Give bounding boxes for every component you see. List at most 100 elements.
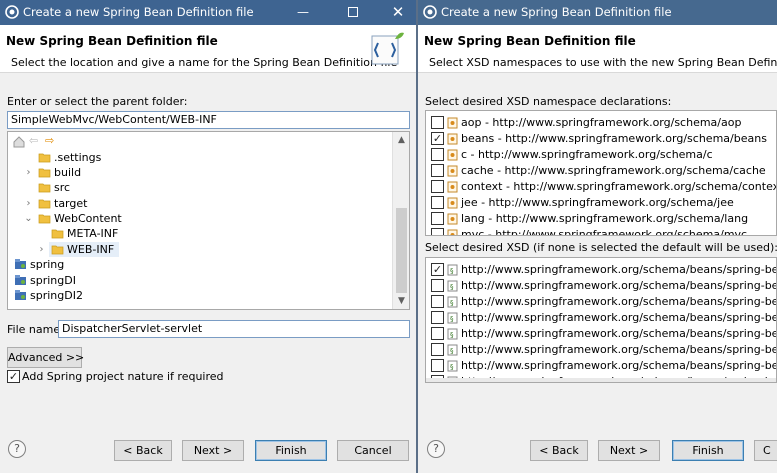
finish-button[interactable]: Finish <box>672 440 744 461</box>
tree-item[interactable]: › WEB-INF <box>40 242 119 257</box>
folder-tree[interactable]: ⇦ ⇨ .settings › build src › target ⌄ WebContent… <box>7 131 410 310</box>
tree-item-label: springDI2 <box>30 289 83 302</box>
svg-text:§: § <box>450 331 454 339</box>
collapsed-arrow-icon <box>24 180 33 195</box>
close-button[interactable]: ✕ <box>389 3 407 21</box>
item-checkbox[interactable] <box>431 343 444 356</box>
item-checkbox[interactable] <box>431 228 444 235</box>
item-checkbox[interactable] <box>431 148 444 161</box>
tree-item-label: springDI <box>30 274 76 287</box>
tree-item[interactable]: › target <box>27 196 128 211</box>
tree-scrollbar[interactable]: ▲ ▼ <box>392 132 409 309</box>
scroll-down-icon[interactable]: ▼ <box>393 293 409 309</box>
tree-item[interactable]: ›springDI2 <box>12 288 83 303</box>
tree-item[interactable]: src <box>36 180 128 195</box>
project-icon <box>15 275 26 285</box>
list-item[interactable]: jee - http://www.springframework.org/sch… <box>426 195 776 211</box>
collapsed-arrow-icon[interactable]: › <box>24 165 33 180</box>
project-icon <box>15 259 26 269</box>
list-item[interactable]: § http://www.springframework.org/schema/b… <box>426 358 776 374</box>
list-item-label: lang - http://www.springframework.org/sc… <box>461 212 749 225</box>
item-checkbox[interactable] <box>431 295 444 308</box>
help-icon[interactable]: ? <box>8 440 26 458</box>
list-item-label: c - http://www.springframework.org/schem… <box>461 148 713 161</box>
list-item[interactable]: lang - http://www.springframework.org/sc… <box>426 211 776 227</box>
expanded-arrow-icon[interactable]: ⌄ <box>24 211 33 226</box>
list-item-label: beans - http://www.springframework.org/s… <box>461 132 767 145</box>
tree-item[interactable]: ⌄ WebContent <box>24 211 128 226</box>
up-arrow-icon[interactable]: ⇨ <box>45 134 54 147</box>
parent-folder-input[interactable]: SimpleWebMvc/WebContent/WEB-INF <box>7 111 410 129</box>
xsd-list[interactable]: ✓ § http://www.springframework.org/schema/… <box>425 257 777 383</box>
item-checkbox[interactable] <box>431 311 444 324</box>
back-button[interactable]: < Back <box>114 440 172 461</box>
list-item[interactable]: c - http://www.springframework.org/schem… <box>426 147 776 163</box>
finish-button[interactable]: Finish <box>255 440 327 461</box>
back-arrow-icon[interactable]: ⇦ <box>29 134 38 147</box>
collapsed-arrow-icon[interactable]: › <box>37 242 46 257</box>
file-name-input[interactable]: DispatcherServlet-servlet <box>58 320 410 338</box>
folder-icon <box>38 153 51 163</box>
title-bar[interactable]: Create a new Spring Bean Definition file <box>418 0 777 25</box>
svg-text:§: § <box>450 283 454 291</box>
cancel-button[interactable]: Cancel <box>337 440 409 461</box>
list-item[interactable]: cache - http://www.springframework.org/s… <box>426 163 776 179</box>
item-checkbox[interactable] <box>431 116 444 129</box>
window-title: Create a new Spring Bean Definition file <box>23 5 254 19</box>
cancel-button[interactable]: C <box>754 440 777 461</box>
minimize-button[interactable]: — <box>296 6 310 18</box>
namespace-icon <box>447 133 458 145</box>
list-item[interactable]: mvc - http://www.springframework.org/sch… <box>426 227 776 235</box>
list-item[interactable]: aop - http://www.springframework.org/sch… <box>426 115 776 131</box>
list-item[interactable]: § http://www.springframework.org/schema/b… <box>426 326 776 342</box>
next-button[interactable]: Next > <box>598 440 660 461</box>
spring-nature-checkbox[interactable]: ✓ <box>7 370 20 383</box>
list-item[interactable]: ✓ beans - http://www.springframework.org/… <box>426 131 776 147</box>
list-item[interactable]: § http://www.springframework.org/schema/b… <box>426 310 776 326</box>
tree-item[interactable]: ›spring <box>12 257 80 272</box>
spring-xml-wizard-icon <box>371 32 404 65</box>
collapsed-arrow-icon[interactable]: › <box>8 257 9 272</box>
xsd-file-icon: § <box>447 328 458 340</box>
list-item-label: http://www.springframework.org/schema/be… <box>461 343 776 356</box>
item-checkbox[interactable] <box>431 180 444 193</box>
item-checkbox[interactable]: ✓ <box>431 132 444 145</box>
tree-item-label: src <box>54 181 71 194</box>
next-button[interactable]: Next > <box>182 440 244 461</box>
scroll-up-icon[interactable]: ▲ <box>393 132 409 148</box>
collapsed-arrow-icon[interactable]: › <box>8 273 9 288</box>
list-item[interactable]: § http://www.springframework.org/schema/b… <box>426 294 776 310</box>
item-checkbox[interactable] <box>431 327 444 340</box>
tree-item[interactable]: ›springDI <box>12 273 80 288</box>
item-checkbox[interactable] <box>431 164 444 177</box>
home-icon[interactable] <box>13 136 25 148</box>
list-item[interactable]: ✓ § http://www.springframework.org/schema/… <box>426 262 776 278</box>
advanced-button[interactable]: Advanced >> <box>7 347 84 368</box>
item-checkbox[interactable] <box>431 279 444 292</box>
list-item-label: context - http://www.springframework.org… <box>461 180 777 193</box>
item-checkbox[interactable] <box>431 196 444 209</box>
item-checkbox[interactable] <box>431 359 444 372</box>
scroll-thumb[interactable] <box>396 208 407 293</box>
folder-icon <box>38 183 51 193</box>
list-item[interactable]: context - http://www.springframework.org… <box>426 179 776 195</box>
xsd-label: Select desired XSD (if none is selected … <box>425 241 777 254</box>
item-checkbox[interactable]: ✓ <box>431 263 444 276</box>
namespace-list[interactable]: aop - http://www.springframework.org/sch… <box>425 110 777 236</box>
title-bar[interactable]: Create a new Spring Bean Definition file… <box>0 0 416 25</box>
xsd-horizontal-scrollbar[interactable] <box>426 378 776 382</box>
tree-item[interactable]: META-INF <box>49 226 154 241</box>
item-checkbox[interactable] <box>431 212 444 225</box>
namespace-icon <box>447 197 458 209</box>
back-button[interactable]: < Back <box>530 440 588 461</box>
tree-item[interactable]: › build <box>27 165 128 180</box>
help-icon[interactable]: ? <box>427 440 445 458</box>
collapsed-arrow-icon[interactable]: › <box>8 288 9 303</box>
maximize-button[interactable] <box>348 7 358 17</box>
list-item[interactable]: § http://www.springframework.org/schema/b… <box>426 342 776 358</box>
list-item[interactable]: § http://www.springframework.org/schema/b… <box>426 278 776 294</box>
wizard-window-location: Create a new Spring Bean Definition file… <box>0 0 417 473</box>
collapsed-arrow-icon[interactable]: › <box>24 196 33 211</box>
list-item-label: http://www.springframework.org/schema/be… <box>461 311 776 324</box>
tree-item[interactable]: .settings <box>36 150 128 165</box>
